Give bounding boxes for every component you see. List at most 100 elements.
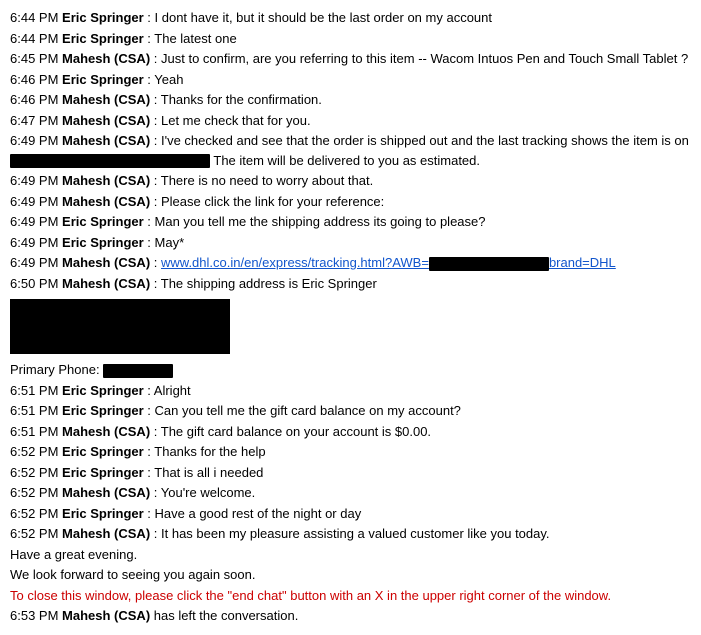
chat-container: 6:44 PM Eric Springer : I dont have it, … — [10, 8, 691, 626]
message-text: Can you tell me the gift card balance on… — [155, 403, 461, 418]
chat-line-12: 6:49 PM Mahesh (CSA) : www.dhl.co.in/en/… — [10, 253, 691, 273]
message-text: Have a great evening. — [10, 547, 137, 562]
speaker: Mahesh (CSA) — [62, 608, 154, 623]
chat-line-18: 6:52 PM Eric Springer : That is all i ne… — [10, 463, 691, 483]
speaker: Mahesh (CSA) : — [62, 485, 161, 500]
chat-line-5: 6:46 PM Mahesh (CSA) : Thanks for the co… — [10, 90, 691, 110]
timestamp: 6:51 PM — [10, 403, 62, 418]
timestamp: 6:44 PM — [10, 31, 62, 46]
timestamp: 6:49 PM — [10, 214, 62, 229]
message-text: Man you tell me the shipping address its… — [155, 214, 486, 229]
link-suffix[interactable]: brand=DHL — [549, 255, 616, 270]
chat-line-13: 6:50 PM Mahesh (CSA) : The shipping addr… — [10, 274, 691, 294]
message-text: Yeah — [154, 72, 183, 87]
chat-line-11: 6:49 PM Eric Springer : May* — [10, 233, 691, 253]
timestamp: 6:49 PM — [10, 133, 62, 148]
message-text: That is all i needed — [154, 465, 263, 480]
timestamp: 6:45 PM — [10, 51, 62, 66]
chat-line-9: 6:49 PM Mahesh (CSA) : Please click the … — [10, 192, 691, 212]
chat-line-15: 6:51 PM Eric Springer : Can you tell me … — [10, 401, 691, 421]
chat-line-21: 6:52 PM Mahesh (CSA) : It has been my pl… — [10, 524, 691, 544]
speaker: Eric Springer : — [62, 235, 154, 250]
timestamp: 6:50 PM — [10, 276, 62, 291]
chat-line-8: 6:49 PM Mahesh (CSA) : There is no need … — [10, 171, 691, 191]
message-text: I dont have it, but it should be the las… — [155, 10, 492, 25]
speaker: Eric Springer : — [62, 506, 154, 521]
chat-line-16: 6:51 PM Mahesh (CSA) : The gift card bal… — [10, 422, 691, 442]
chat-line-20: 6:52 PM Eric Springer : Have a good rest… — [10, 504, 691, 524]
speaker: Eric Springer : — [62, 444, 154, 459]
timestamp: 6:49 PM — [10, 173, 62, 188]
speaker: Mahesh (CSA) : — [62, 92, 161, 107]
speaker: Eric Springer : — [62, 10, 154, 25]
chat-line-1: 6:44 PM Eric Springer : I dont have it, … — [10, 8, 691, 28]
speaker: Eric Springer : — [62, 403, 154, 418]
chat-line-17: 6:52 PM Eric Springer : Thanks for the h… — [10, 442, 691, 462]
message-text: There is no need to worry about that. — [161, 173, 373, 188]
speaker: Mahesh (CSA) : — [62, 424, 161, 439]
message-text: You're welcome. — [161, 485, 256, 500]
chat-line-10: 6:49 PM Eric Springer : Man you tell me … — [10, 212, 691, 232]
chat-line-6: 6:47 PM Mahesh (CSA) : Let me check that… — [10, 111, 691, 131]
primary-phone-line: Primary Phone: — [10, 360, 691, 380]
timestamp: 6:49 PM — [10, 194, 62, 209]
speaker: Eric Springer : — [62, 72, 154, 87]
message-text: Alright — [154, 383, 191, 398]
chat-line-23: We look forward to seeing you again soon… — [10, 565, 691, 585]
timestamp: 6:52 PM — [10, 465, 62, 480]
timestamp: 6:44 PM — [10, 10, 62, 25]
message-text: has left the conversation. — [154, 608, 299, 623]
chat-line-closing: To close this window, please click the "… — [10, 586, 691, 606]
message-text: It has been my pleasure assisting a valu… — [161, 526, 550, 541]
chat-line-4: 6:46 PM Eric Springer : Yeah — [10, 70, 691, 90]
chat-line-22: Have a great evening. — [10, 545, 691, 565]
speaker: Mahesh (CSA) : — [62, 276, 161, 291]
timestamp: 6:46 PM — [10, 92, 62, 107]
speaker: Mahesh (CSA) : — [62, 173, 161, 188]
message-text: Thanks for the help — [154, 444, 265, 459]
timestamp: 6:52 PM — [10, 506, 62, 521]
timestamp: 6:52 PM — [10, 485, 62, 500]
timestamp: 6:52 PM — [10, 526, 62, 541]
timestamp: 6:46 PM — [10, 72, 62, 87]
speaker: Mahesh (CSA) : — [62, 194, 161, 209]
timestamp: 6:53 PM — [10, 608, 62, 623]
speaker: Mahesh (CSA) : — [62, 51, 161, 66]
speaker: Eric Springer : — [62, 383, 154, 398]
chat-line-7: 6:49 PM Mahesh (CSA) : I've checked and … — [10, 131, 691, 170]
timestamp: 6:47 PM — [10, 113, 62, 128]
chat-line-24: 6:53 PM Mahesh (CSA) has left the conver… — [10, 606, 691, 626]
redacted-phone — [103, 364, 173, 378]
message-text: Have a good rest of the night or day — [155, 506, 362, 521]
message-text: May* — [155, 235, 185, 250]
speaker: Mahesh (CSA) : — [62, 255, 161, 270]
message-text: We look forward to seeing you again soon… — [10, 567, 255, 582]
timestamp: 6:51 PM — [10, 383, 62, 398]
primary-phone-label: Primary Phone: — [10, 362, 100, 377]
speaker: Eric Springer : — [62, 31, 154, 46]
chat-line-2: 6:44 PM Eric Springer : The latest one — [10, 29, 691, 49]
redacted-awb — [429, 257, 549, 271]
message-text: The shipping address is Eric Springer — [161, 276, 377, 291]
speaker: Mahesh (CSA) : — [62, 113, 161, 128]
closing-note-text: To close this window, please click the "… — [10, 588, 611, 603]
message-text: Let me check that for you. — [161, 113, 311, 128]
speaker: Mahesh (CSA) : — [62, 526, 161, 541]
message-link[interactable]: www.dhl.co.in/en/express/tracking.html?A… — [161, 255, 429, 270]
timestamp: 6:49 PM — [10, 255, 62, 270]
redacted-address-block — [10, 299, 230, 354]
redacted-tracking — [10, 154, 210, 168]
speaker: Mahesh (CSA) : — [62, 133, 161, 148]
message-text: The gift card balance on your account is… — [161, 424, 431, 439]
timestamp: 6:49 PM — [10, 235, 62, 250]
message-text: Just to confirm, are you referring to th… — [161, 51, 688, 66]
speaker: Eric Springer : — [62, 214, 154, 229]
message-text: The latest one — [154, 31, 236, 46]
chat-line-3: 6:45 PM Mahesh (CSA) : Just to confirm, … — [10, 49, 691, 69]
chat-line-19: 6:52 PM Mahesh (CSA) : You're welcome. — [10, 483, 691, 503]
speaker: Eric Springer : — [62, 465, 154, 480]
chat-line-14: 6:51 PM Eric Springer : Alright — [10, 381, 691, 401]
timestamp: 6:51 PM — [10, 424, 62, 439]
timestamp: 6:52 PM — [10, 444, 62, 459]
message-text: Please click the link for your reference… — [161, 194, 384, 209]
